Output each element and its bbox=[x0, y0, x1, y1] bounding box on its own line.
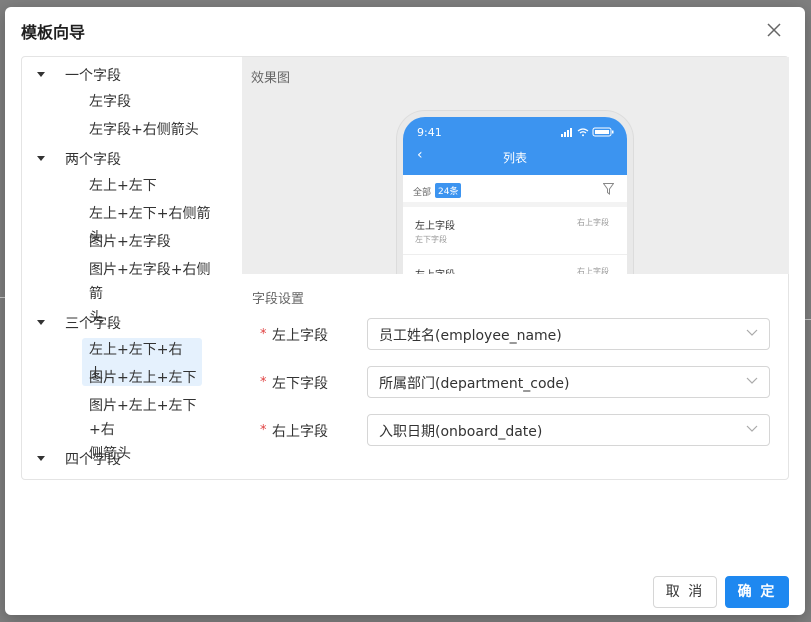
preview-area: 效果图 9:41 ‹ 列表 全部 24条 左上字段 左下字段 右上字段 右上字段 bbox=[242, 57, 789, 274]
tree-group-label: 一个字段 bbox=[65, 68, 121, 84]
caret-down-icon[interactable] bbox=[37, 456, 45, 461]
chevron-down-icon bbox=[746, 377, 758, 384]
select-value: 入职日期(onboard_date) bbox=[379, 424, 543, 440]
confirm-button[interactable]: 确 定 bbox=[725, 576, 789, 608]
filter-count-badge: 24条 bbox=[435, 183, 462, 198]
tree-leaf[interactable]: 左上+左下 bbox=[82, 174, 220, 198]
phone-header: 9:41 ‹ 列表 bbox=[403, 117, 627, 175]
tree-leaf-line: 图片+左上+左下+右 bbox=[89, 398, 197, 438]
tree-group-four-fields[interactable]: 四个字段 bbox=[22, 447, 242, 471]
tree-leaf[interactable]: 图片+左上+左下 bbox=[82, 366, 220, 390]
filter-bar: 全部 24条 bbox=[403, 175, 627, 207]
phone-title: 列表 bbox=[502, 151, 527, 165]
required-mark: * bbox=[260, 423, 267, 438]
tree-group-label: 四个字段 bbox=[65, 452, 121, 468]
caret-down-icon[interactable] bbox=[37, 72, 45, 77]
tree-group-label: 三个字段 bbox=[65, 316, 121, 332]
row-top-left: 左上字段 bbox=[415, 221, 455, 232]
close-icon[interactable] bbox=[765, 21, 783, 39]
required-mark: * bbox=[260, 327, 267, 342]
template-wizard-dialog: 模板向导 一个字段 左字段 左字段+右侧箭头 两个字段 左上+左下 左上+左下+… bbox=[5, 7, 805, 615]
tree-leaf[interactable]: 左字段+右侧箭头 bbox=[82, 118, 220, 142]
wizard-panel: 一个字段 左字段 左字段+右侧箭头 两个字段 左上+左下 左上+左下+右侧箭头 … bbox=[21, 56, 789, 480]
tree-leaf[interactable]: 左字段 bbox=[82, 90, 220, 114]
filter-all-label: 全部 bbox=[413, 188, 432, 198]
select-value: 所属部门(department_code) bbox=[379, 376, 570, 392]
preview-label: 效果图 bbox=[251, 71, 291, 86]
form-row-top-right: * 右上字段 入职日期(onboard_date) bbox=[252, 414, 772, 446]
field-label: 左上字段 bbox=[272, 328, 328, 344]
row-top-right: 右上字段 bbox=[577, 218, 609, 227]
top-right-field-select[interactable]: 入职日期(onboard_date) bbox=[367, 414, 770, 446]
dialog-title: 模板向导 bbox=[21, 23, 86, 42]
tree-leaf-line: 图片+左字段+右侧箭 bbox=[89, 262, 211, 302]
status-bar-icons bbox=[561, 127, 614, 137]
chevron-down-icon bbox=[746, 425, 758, 432]
template-tree: 一个字段 左字段 左字段+右侧箭头 两个字段 左上+左下 左上+左下+右侧箭头 … bbox=[22, 57, 242, 479]
cancel-button[interactable]: 取 消 bbox=[653, 576, 717, 608]
filter-icon bbox=[603, 183, 614, 195]
field-label: 左下字段 bbox=[272, 376, 328, 392]
field-label: 右上字段 bbox=[272, 424, 328, 440]
settings-title: 字段设置 bbox=[252, 292, 305, 307]
bottom-left-field-select[interactable]: 所属部门(department_code) bbox=[367, 366, 770, 398]
form-row-bottom-left: * 左下字段 所属部门(department_code) bbox=[252, 366, 772, 398]
select-value: 员工姓名(employee_name) bbox=[379, 328, 562, 344]
row-top-left: 左上字段 bbox=[415, 266, 455, 274]
tree-group-label: 两个字段 bbox=[65, 152, 121, 168]
tree-group-one-field[interactable]: 一个字段 bbox=[22, 63, 242, 87]
row-top-right: 右上字段 bbox=[577, 267, 609, 274]
tree-group-three-fields[interactable]: 三个字段 bbox=[22, 311, 242, 335]
phone-mockup: 9:41 ‹ 列表 全部 24条 左上字段 左下字段 右上字段 右上字段 bbox=[397, 111, 633, 274]
tree-leaf[interactable]: 图片+左字段 bbox=[82, 230, 220, 254]
tree-group-two-fields[interactable]: 两个字段 bbox=[22, 147, 242, 171]
caret-down-icon[interactable] bbox=[37, 156, 45, 161]
top-left-field-select[interactable]: 员工姓名(employee_name) bbox=[367, 318, 770, 350]
form-row-top-left: * 左上字段 员工姓名(employee_name) bbox=[252, 318, 772, 350]
caret-down-icon[interactable] bbox=[37, 320, 45, 325]
required-mark: * bbox=[260, 375, 267, 390]
background-divider bbox=[805, 319, 811, 320]
status-time: 9:41 bbox=[417, 126, 442, 139]
list-item: 左上字段 左下字段 右上字段 bbox=[403, 207, 627, 255]
chevron-down-icon bbox=[746, 329, 758, 336]
row-bottom-left: 左下字段 bbox=[415, 235, 447, 244]
list-item: 左上字段 右上字段 bbox=[403, 256, 627, 274]
